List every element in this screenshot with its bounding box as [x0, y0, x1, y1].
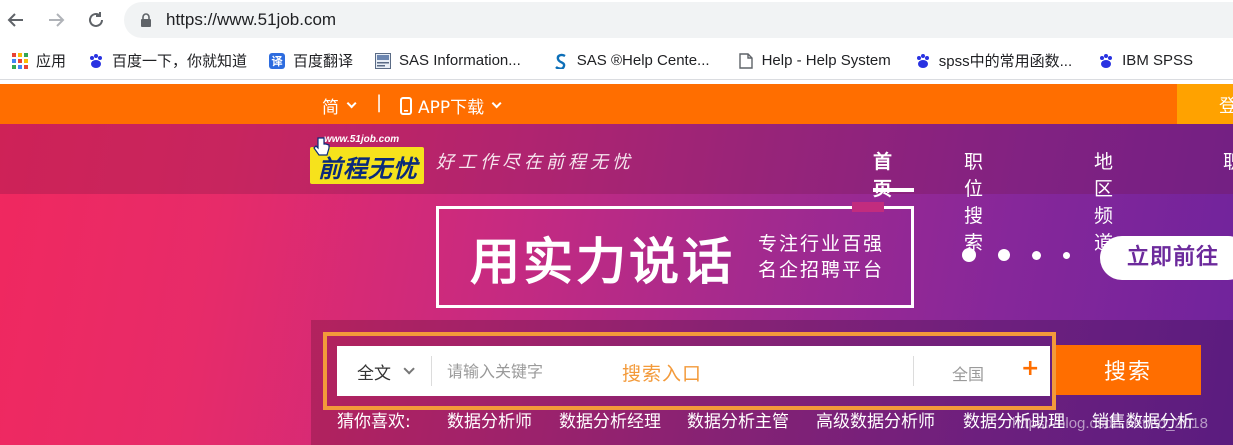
search-button[interactable]: 搜索: [1055, 345, 1201, 395]
baidu-paw-icon: [1098, 53, 1114, 69]
login-label: 登: [1219, 96, 1233, 117]
url-text: https://www.51job.com: [166, 10, 337, 29]
bookmark-label: 应用: [36, 53, 67, 70]
bookmark-label: Help - Help System: [761, 52, 891, 69]
banner-sub-line: 专注行业百强: [758, 233, 885, 255]
bookmark-apps[interactable]: 应用: [8, 47, 70, 75]
back-arrow-icon: [7, 13, 23, 27]
site-logo[interactable]: www.51job.com 前程无忧: [310, 134, 424, 184]
translate-icon: 译: [269, 52, 286, 69]
apps-grid-icon: [12, 52, 28, 69]
reload-button[interactable]: [82, 6, 110, 34]
back-button[interactable]: [2, 6, 30, 34]
banner-frame-gap: [852, 202, 884, 212]
nav-job-search[interactable]: 职位搜索: [964, 147, 983, 255]
app-download-label: APP下载: [418, 98, 485, 118]
banner-subtext: 专注行业百强 名企招聘平台: [758, 231, 884, 283]
bookmark-sas-help-center[interactable]: SAS ®Help Cente...: [549, 47, 714, 75]
guess-link[interactable]: 数据分析经理: [559, 407, 661, 432]
forward-button[interactable]: [42, 6, 70, 34]
go-now-button[interactable]: 立即前往: [1100, 236, 1233, 280]
lock-icon: [140, 13, 152, 27]
guess-link[interactable]: 高级数据分析师: [816, 407, 935, 432]
top-strip: 简 | APP下载 登: [0, 84, 1233, 124]
hand-pointer-icon: [312, 136, 330, 158]
banner-sub-line: 名企招聘平台: [758, 259, 885, 281]
language-switch[interactable]: 简: [322, 93, 357, 118]
banner-headline: 用实力说话: [470, 233, 735, 291]
logo-url-text: www.51job.com: [324, 134, 400, 145]
login-button[interactable]: 登: [1177, 84, 1233, 124]
carousel-dot[interactable]: [1063, 251, 1070, 259]
bookmark-baidu-translate[interactable]: 译 百度翻译: [265, 47, 357, 75]
divider: |: [376, 92, 383, 113]
language-label: 简: [322, 98, 339, 118]
bookmark-baidu[interactable]: 百度一下，你就知道: [84, 47, 251, 75]
forward-arrow-icon: [49, 13, 65, 27]
phone-icon: [400, 96, 412, 115]
browser-toolbar: https://www.51job.com: [0, 0, 1233, 40]
bookmark-label: spss中的常用函数...: [938, 53, 1073, 70]
nav-home[interactable]: 首页: [873, 147, 892, 201]
bookmark-spss-functions[interactable]: spss中的常用函数...: [911, 47, 1076, 75]
baidu-paw-icon: [915, 53, 931, 69]
bookmark-label: 百度翻译: [293, 53, 354, 70]
document-icon: [738, 52, 754, 69]
carousel-dot[interactable]: [998, 249, 1010, 261]
sas-s-icon: [553, 53, 569, 69]
annotation-highlight-box: [323, 332, 1056, 410]
baidu-paw-icon: [88, 53, 104, 69]
guess-label: 猜你喜欢:: [337, 412, 411, 432]
logo-text: 前程无忧: [318, 155, 418, 183]
bookmark-ibm-spss[interactable]: IBM SPSS: [1094, 47, 1197, 75]
nav-item-cut[interactable]: 职: [1223, 147, 1233, 174]
bookmark-label: 百度一下，你就知道: [112, 53, 248, 70]
address-bar[interactable]: https://www.51job.com: [124, 2, 1233, 38]
chevron-down-icon: [346, 98, 357, 109]
bookmark-label: SAS Information...: [399, 52, 521, 69]
chevron-down-icon: [491, 98, 502, 109]
carousel-dot[interactable]: [1032, 250, 1041, 260]
slogan: 好工作尽在前程无忧: [436, 152, 634, 173]
guess-link[interactable]: 数据分析主管: [687, 407, 789, 432]
hero: www.51job.com 前程无忧 好工作尽在前程无忧 首页 职位搜索 地区频…: [0, 124, 1233, 445]
app-download-link[interactable]: APP下载: [400, 93, 502, 118]
watermark: https://blog.csdn.net/sd_2018: [1012, 415, 1208, 432]
reload-icon: [89, 12, 103, 27]
carousel-dot[interactable]: [962, 248, 976, 262]
guess-link[interactable]: 数据分析师: [447, 407, 532, 432]
bookmark-label: IBM SPSS: [1122, 52, 1193, 69]
bookmark-help-system[interactable]: Help - Help System: [734, 47, 895, 75]
sas-app-icon: [375, 52, 392, 69]
nav-active-indicator: [873, 188, 914, 192]
bookmark-label: SAS ®Help Cente...: [576, 52, 710, 69]
carousel-dots: [962, 248, 1092, 262]
bookmark-sas-information[interactable]: SAS Information...: [371, 47, 525, 75]
bookmarks-bar: 应用 百度一下，你就知道 译 百度翻译 SAS Information... S…: [0, 42, 1233, 80]
